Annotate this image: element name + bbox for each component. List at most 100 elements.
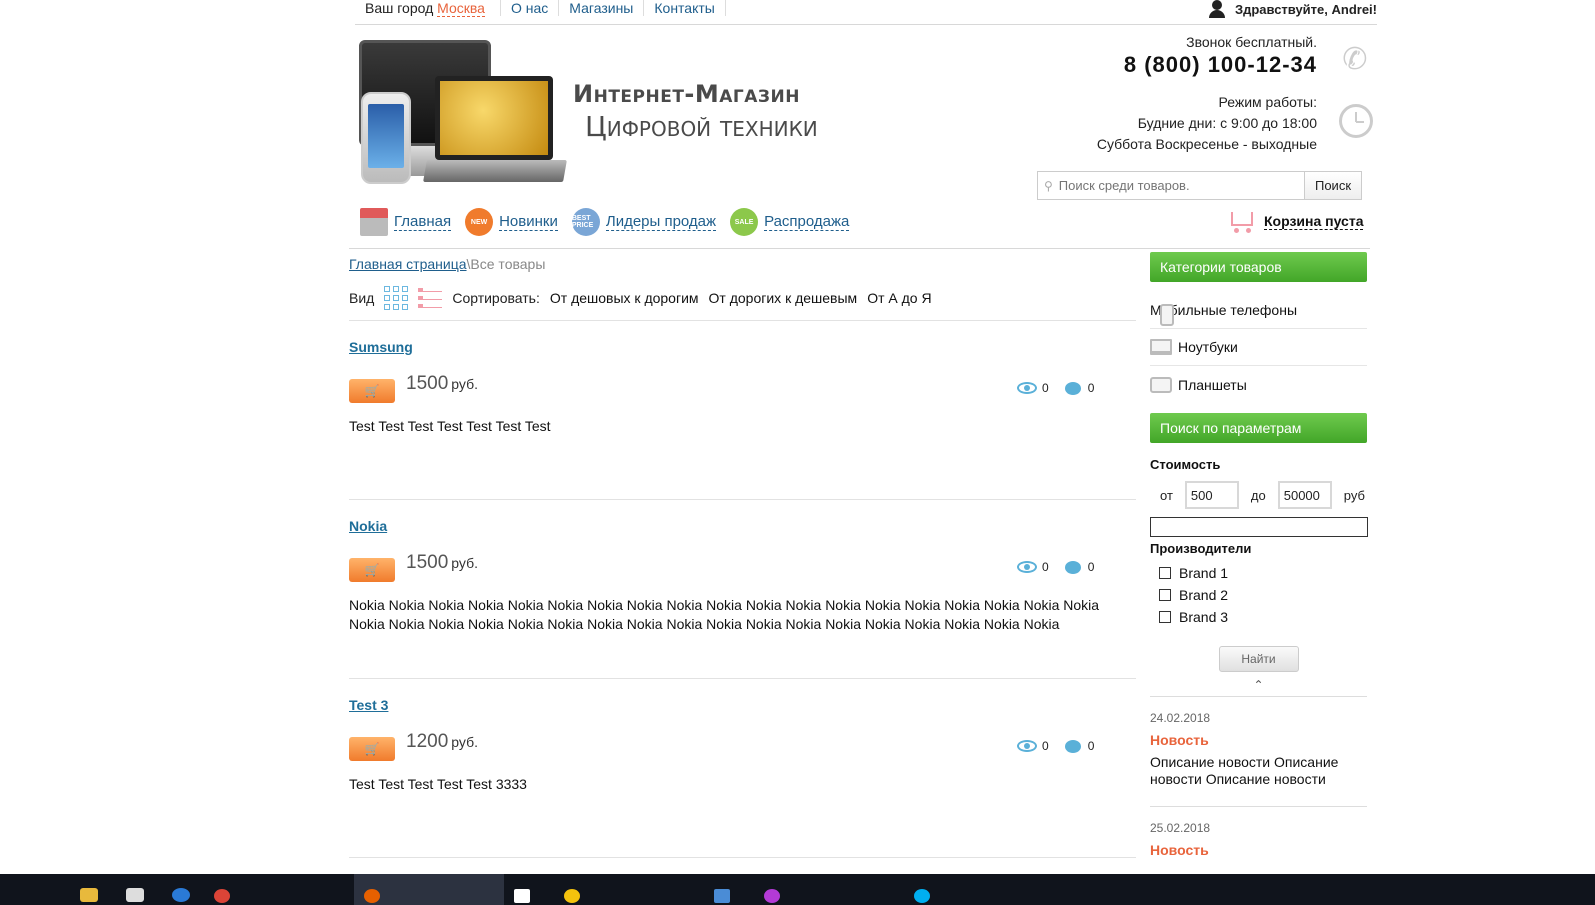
news-title[interactable]: Новость (1150, 732, 1367, 748)
main-nav: Главная NEW Новинки BEST PRICE Лидеры пр… (360, 208, 863, 236)
views-count: 0 (1042, 739, 1049, 753)
nav-item-sale[interactable]: SALE Распродажа (730, 208, 850, 236)
price-slider[interactable] (1150, 517, 1368, 537)
monitor-taskbar-app[interactable] (704, 874, 754, 905)
brand-checkbox[interactable] (1159, 611, 1171, 623)
add-to-cart-button[interactable]: 🛒 (349, 737, 395, 761)
nav-new-link[interactable]: Новинки (499, 213, 558, 231)
search-input[interactable] (1058, 178, 1304, 193)
categories-header: Категории товаров (1150, 252, 1367, 282)
brand-option[interactable]: Brand 1 (1159, 562, 1367, 584)
chevron-up-icon[interactable]: ⌃ (1150, 678, 1367, 696)
phone-number: 8 (800) 100-12-34 (1123, 52, 1317, 77)
list-view-icon[interactable] (418, 286, 443, 310)
top-link-contacts[interactable]: Контакты (643, 0, 724, 16)
search-button[interactable]: Поиск (1304, 171, 1362, 200)
window-taskbar-app[interactable] (504, 874, 554, 905)
product-description: Test Test Test Test Test Test Test (349, 418, 551, 434)
category-item-tablets[interactable]: Планшеты (1150, 366, 1367, 403)
category-label: Ноутбуки (1178, 339, 1238, 355)
logo-devices-image[interactable] (355, 40, 573, 188)
laptop-icon (1150, 339, 1172, 355)
params-header: Поиск по параметрам (1150, 413, 1367, 443)
product-card: Test 3 🛒 1200 руб. 0 0 Test Test Test Tes… (349, 679, 1136, 858)
search-field: ⚲ (1037, 171, 1304, 200)
top-link-about[interactable]: О нас (500, 0, 558, 16)
category-item-phones[interactable]: Мобильные телефоны (1150, 292, 1367, 329)
chrome-taskbar-app[interactable] (204, 874, 354, 905)
find-button[interactable]: Найти (1218, 646, 1299, 672)
grid-view-icon[interactable] (384, 286, 409, 310)
nav-leaders-link[interactable]: Лидеры продаж (605, 213, 717, 231)
phone-image (361, 92, 411, 184)
comments-icon (1064, 560, 1081, 574)
category-item-laptops[interactable]: Ноутбуки (1150, 329, 1367, 366)
drive-taskbar-app[interactable] (554, 874, 704, 905)
news-item: 25.02.2018 Новость (1150, 806, 1367, 876)
product-card: Sumsung 🛒 1500 руб. 0 0 Test Test Test Te… (349, 321, 1136, 500)
laptop-base (423, 160, 567, 182)
laptop-image (435, 76, 553, 160)
new-badge-icon: NEW (465, 208, 494, 236)
sort-label: Сортировать: (452, 290, 540, 306)
add-to-cart-button[interactable]: 🛒 (349, 379, 395, 403)
cost-label: Стоимость (1150, 457, 1221, 472)
cart-icon: 🛒 (364, 384, 380, 398)
views-count: 0 (1042, 381, 1049, 395)
header-divider (349, 248, 1370, 249)
app-taskbar-item[interactable] (754, 874, 904, 905)
sort-price-asc[interactable]: От дешовых к дорогим (550, 290, 699, 306)
shop-title: Интернет-Магазин Цифровой техники (573, 80, 818, 143)
product-name-link[interactable]: Sumsung (349, 339, 413, 355)
price-to-input[interactable] (1277, 481, 1332, 509)
hours-weekdays: Будние дни: с 9:00 до 18:00 (1137, 115, 1317, 131)
product-name-link[interactable]: Test 3 (349, 697, 388, 713)
tablet-icon (1150, 376, 1172, 393)
category-list: Мобильные телефоны Ноутбуки Планшеты (1150, 292, 1367, 403)
breadcrumb-home[interactable]: Главная страница (349, 256, 467, 272)
search-bar: ⚲ Поиск (1037, 171, 1362, 200)
add-to-cart-button[interactable]: 🛒 (349, 558, 395, 582)
product-price: 1500 руб. (406, 373, 478, 394)
nav-home-link[interactable]: Главная (394, 213, 452, 231)
best-price-badge-icon: BEST PRICE (571, 208, 600, 236)
sale-badge-icon: SALE (730, 208, 759, 236)
main-content: Главная страница\Все товары Вид Сортиров… (349, 256, 1136, 858)
brand-option[interactable]: Brand 3 (1159, 606, 1367, 628)
sort-alpha[interactable]: От А до Я (867, 290, 931, 306)
news-title[interactable]: Новость (1150, 842, 1367, 858)
store-taskbar-icon[interactable] (112, 874, 158, 905)
contact-block: Звонок бесплатный. 8 (800) 100-12-34 Реж… (1097, 34, 1317, 155)
brand-checkbox[interactable] (1159, 589, 1171, 601)
user-greeting[interactable]: Здравствуйте, Andrei! (1207, 0, 1377, 18)
city-link[interactable]: Москва (437, 0, 485, 17)
nav-item-new[interactable]: NEW Новинки (465, 208, 558, 236)
brand-checkbox[interactable] (1159, 567, 1171, 579)
comments-count: 0 (1087, 560, 1095, 574)
price-from-input[interactable] (1184, 481, 1239, 509)
top-link-stores[interactable]: Магазины (558, 0, 643, 16)
os-taskbar (0, 874, 1595, 905)
nav-sale-link[interactable]: Распродажа (764, 213, 850, 231)
news-text: Описание новости Описание новости Описан… (1150, 754, 1339, 787)
file-explorer-icon[interactable] (66, 874, 112, 905)
skype-taskbar-app[interactable] (904, 874, 1054, 905)
top-nav: О нас Магазины Контакты (500, 0, 726, 16)
cart[interactable]: Корзина пуста (1226, 208, 1364, 234)
view-sort-bar: Вид Сортировать: От дешовых к дорогим От… (349, 286, 1136, 321)
firefox-taskbar-app[interactable] (354, 874, 504, 905)
cart-icon: 🛒 (364, 563, 380, 577)
to-label: до (1250, 487, 1266, 503)
nav-item-leaders[interactable]: BEST PRICE Лидеры продаж (571, 208, 717, 236)
breadcrumb: Главная страница\Все товары (349, 256, 1136, 272)
sidebar: Категории товаров Мобильные телефоны Ноу… (1150, 252, 1368, 876)
sort-price-desc[interactable]: От дорогих к дешевым (709, 290, 858, 306)
price-range: от до руб (1150, 481, 1367, 509)
browser-edge-icon[interactable] (158, 874, 204, 905)
product-stats: 0 0 (1017, 739, 1094, 753)
product-name-link[interactable]: Nokia (349, 518, 387, 534)
brand-option[interactable]: Brand 2 (1159, 584, 1367, 606)
cart-icon (1226, 208, 1256, 234)
cart-label[interactable]: Корзина пуста (1264, 213, 1364, 230)
nav-item-home[interactable]: Главная (360, 208, 452, 236)
